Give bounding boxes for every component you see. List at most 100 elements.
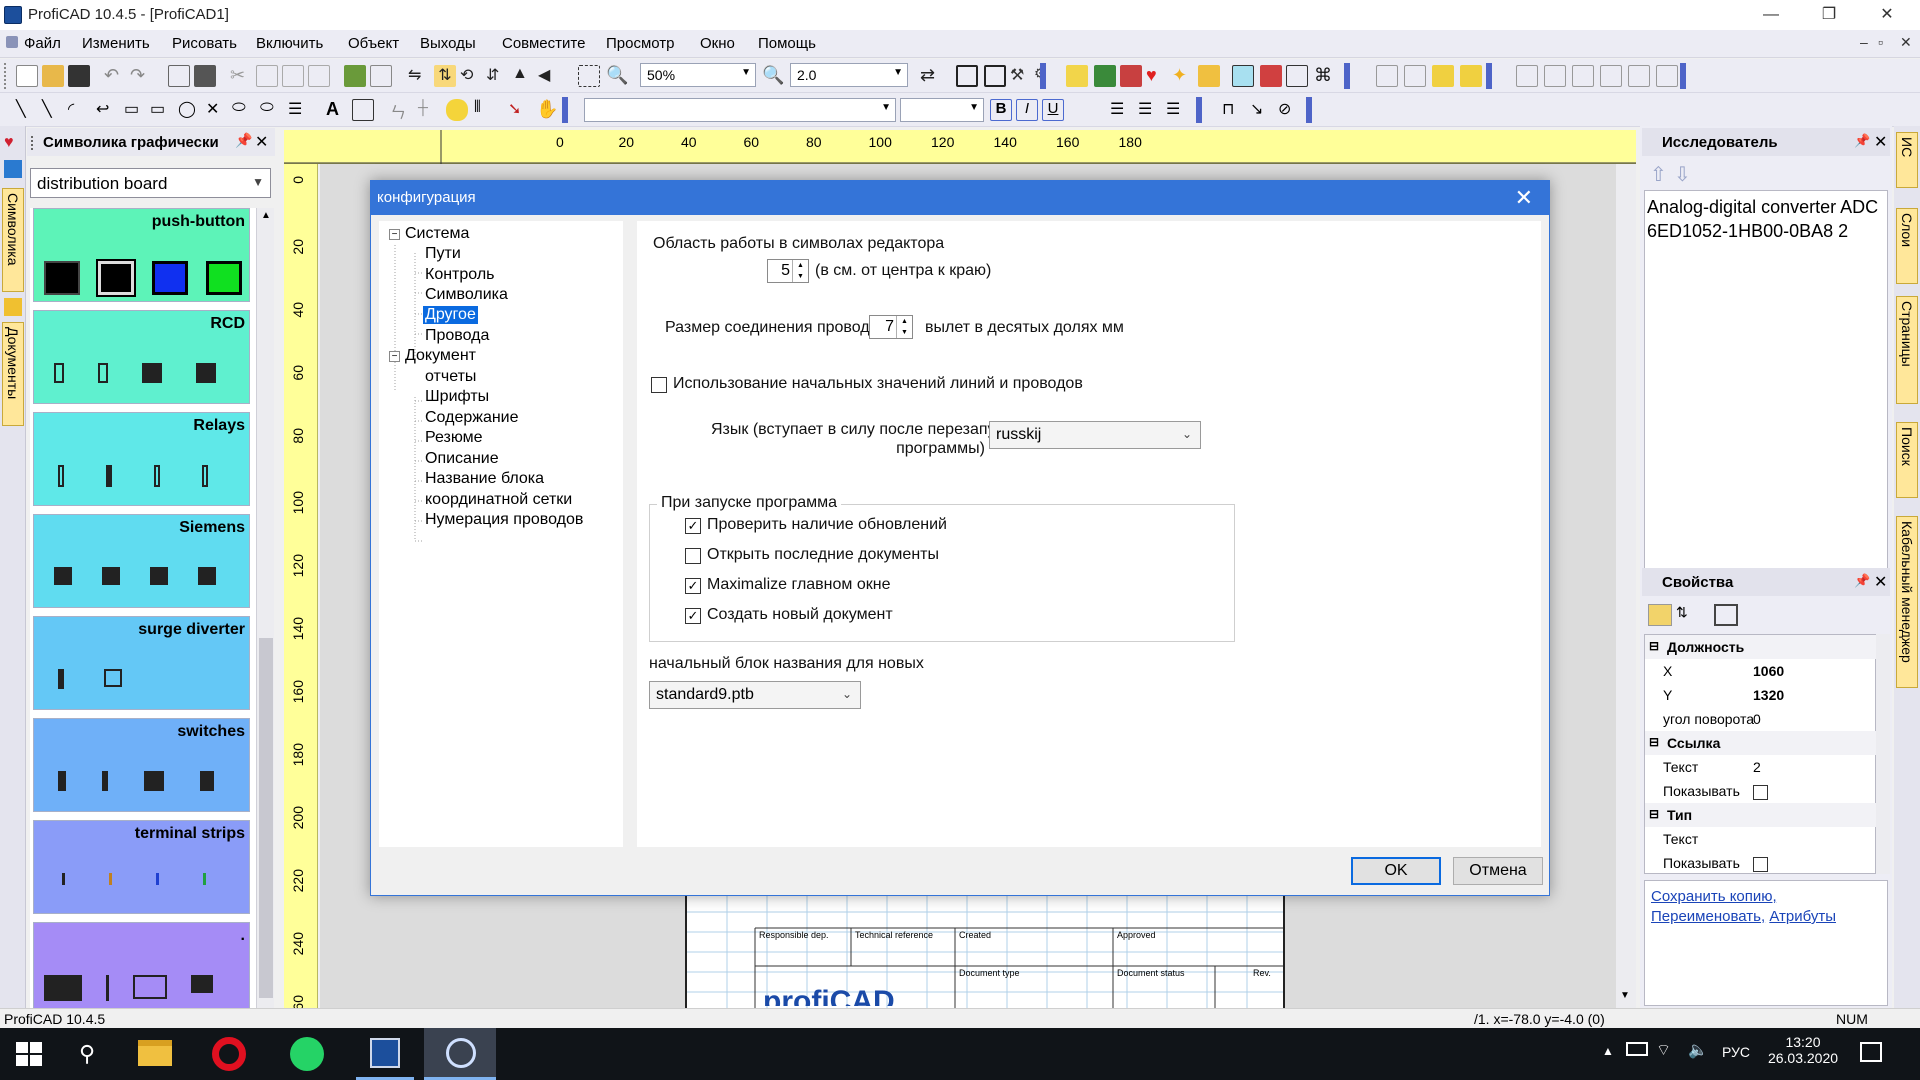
tree-node-description[interactable]: Описание xyxy=(425,450,499,468)
menu-draw[interactable]: Рисовать xyxy=(172,35,237,52)
language-select[interactable]: russkij ⌄ xyxy=(989,421,1201,449)
rectangle-tool-icon[interactable]: ▭ xyxy=(124,99,146,121)
symbol-card-surge-diverter[interactable]: surge diverter xyxy=(33,616,250,710)
rounded-rect-tool-icon[interactable]: ▭ xyxy=(150,99,172,121)
scroll-down-icon[interactable]: ▼ xyxy=(1620,990,1630,1001)
zoom-out-icon[interactable]: 🔍 xyxy=(762,65,784,87)
polyline-tool-icon[interactable]: ╲ xyxy=(42,99,64,121)
restore-button[interactable]: ❐ xyxy=(1806,0,1852,30)
symbol-card-push-button[interactable]: push-button xyxy=(33,208,250,302)
toolbar-end-grip[interactable] xyxy=(1344,63,1350,89)
tools-icon[interactable]: ⚒ xyxy=(1010,65,1032,87)
folder-icon[interactable] xyxy=(1066,65,1088,87)
symbol-card-rcd[interactable]: RCD xyxy=(33,310,250,404)
align-icon[interactable] xyxy=(1376,65,1398,87)
property-row-y[interactable]: Y 1320 xyxy=(1645,683,1877,707)
pin-icon[interactable]: 📌 xyxy=(235,132,252,149)
input-language[interactable]: РУС xyxy=(1722,1044,1750,1060)
close-icon[interactable]: ✕ xyxy=(255,132,268,152)
distribute-icon[interactable] xyxy=(1656,65,1678,87)
file-explorer-icon[interactable] xyxy=(126,1028,184,1080)
tree-node-system[interactable]: Система xyxy=(405,225,469,243)
symbol-card-terminal-strips[interactable]: terminal strips xyxy=(33,820,250,914)
menu-insert[interactable]: Включить xyxy=(256,35,323,52)
show-checkbox[interactable] xyxy=(1753,784,1768,800)
symbol-list-scrollbar[interactable]: ▲ xyxy=(256,208,274,1008)
arc-tool-icon[interactable]: ◜ xyxy=(68,99,90,121)
property-row-show[interactable]: Показывать xyxy=(1645,851,1877,875)
proficad-taskbar-icon[interactable] xyxy=(424,1028,496,1080)
toolbar-end-grip[interactable] xyxy=(1680,63,1686,89)
menu-outputs[interactable]: Выходы xyxy=(420,35,476,52)
bus-tool-icon[interactable]: ⫴ xyxy=(474,99,496,121)
page-icon[interactable] xyxy=(1232,65,1254,87)
table-icon[interactable] xyxy=(956,65,978,87)
workarea-spinner[interactable]: 5 ▲ ▼ xyxy=(767,259,809,283)
pointer-icon[interactable]: ➘ xyxy=(508,99,530,121)
ellipse-tool-icon[interactable]: ◯ xyxy=(178,99,200,121)
dialog-close-icon[interactable]: ✕ xyxy=(1515,185,1533,211)
symbol-card-siemens[interactable]: Siemens xyxy=(33,514,250,608)
wire-tool-icon[interactable]: ㄣ xyxy=(390,99,412,122)
junction-tool-icon[interactable]: ┼ xyxy=(418,99,440,121)
show-checkbox[interactable] xyxy=(1753,856,1768,872)
tree-node-fonts[interactable]: Шрифты xyxy=(425,388,489,406)
search-icon[interactable]: ⚲ xyxy=(58,1028,116,1080)
tree-node-document[interactable]: Документ xyxy=(405,347,476,365)
new-document-label[interactable]: Создать новый документ xyxy=(707,606,893,624)
toolbar-end-grip[interactable] xyxy=(1306,97,1312,123)
list-tool-icon[interactable]: ☰ xyxy=(288,99,310,121)
ok-button[interactable]: OK xyxy=(1351,857,1441,885)
hierarchy-icon[interactable] xyxy=(1120,65,1142,87)
property-value[interactable]: 0 xyxy=(1753,711,1761,727)
binoculars-icon[interactable]: ⌘ xyxy=(1314,65,1336,87)
tree-node-title-block[interactable]: Название блока xyxy=(425,470,544,488)
line-width-select[interactable]: 2.0 ▼ xyxy=(790,63,908,87)
curve-tool-icon[interactable]: ↩ xyxy=(96,99,118,121)
symbol-card-switches[interactable]: switches xyxy=(33,718,250,812)
cut-icon[interactable]: ✂ xyxy=(230,65,252,87)
new-file-icon[interactable] xyxy=(16,65,38,87)
tab-documents[interactable]: Документы xyxy=(2,322,24,426)
menu-align[interactable]: Совместите xyxy=(502,35,585,52)
text-tool-icon[interactable]: A xyxy=(326,99,348,121)
no-entry-icon[interactable]: ⊘ xyxy=(1278,99,1300,121)
toolbar-end-grip[interactable] xyxy=(562,97,568,123)
swap-icon[interactable]: ⇄ xyxy=(920,65,942,87)
format-painter-icon[interactable] xyxy=(282,65,304,87)
alphabetical-sort-icon[interactable]: ⇅ xyxy=(1676,604,1700,626)
shape-tool-icon[interactable]: ⬭ xyxy=(260,99,282,121)
tree-node-summary[interactable]: Резюме xyxy=(425,429,483,447)
symbol-card-relays[interactable]: Relays xyxy=(33,412,250,506)
document-icon[interactable] xyxy=(1286,65,1308,87)
flip-vertical-icon[interactable]: ⇅ xyxy=(434,65,456,87)
tree-collapse-icon[interactable]: − xyxy=(389,229,400,240)
align-left-icon[interactable]: ☰ xyxy=(1110,99,1132,121)
mdi-restore-button[interactable]: ▫ xyxy=(1878,34,1883,50)
pin-icon[interactable]: 📌 xyxy=(1854,573,1870,589)
eraser-tool-icon[interactable]: ⬭ xyxy=(232,99,254,121)
property-value[interactable]: 2 xyxy=(1753,759,1761,775)
menu-edit[interactable]: Изменить xyxy=(82,35,150,52)
use-defaults-checkbox[interactable] xyxy=(651,377,667,393)
align-icon[interactable] xyxy=(1404,65,1426,87)
scroll-up-icon[interactable]: ▲ xyxy=(261,210,271,221)
distribute-icon[interactable] xyxy=(1516,65,1538,87)
arrow-down-icon[interactable]: ⇩ xyxy=(1674,162,1691,187)
whatsapp-icon[interactable] xyxy=(278,1028,336,1080)
columns-icon[interactable] xyxy=(984,65,1006,87)
tab-cable-manager[interactable]: Кабельный менеджер xyxy=(1896,516,1918,688)
property-value[interactable]: 1060 xyxy=(1753,663,1784,679)
scroll-thumb[interactable] xyxy=(259,638,273,998)
menu-help[interactable]: Помощь xyxy=(758,35,816,52)
tree-node-wires[interactable]: Провода xyxy=(425,327,489,345)
zoom-select[interactable]: 50% ▼ xyxy=(640,63,756,87)
close-icon[interactable]: ✕ xyxy=(1874,132,1887,152)
tree-node-control[interactable]: Контроль xyxy=(425,266,495,284)
documents-icon[interactable] xyxy=(4,298,22,316)
attributes-link[interactable]: Атрибуты xyxy=(1769,908,1836,925)
zoom-fit-icon[interactable] xyxy=(578,65,600,87)
print-preview-icon[interactable] xyxy=(168,65,190,87)
tree-node-grid[interactable]: координатной сетки xyxy=(425,491,572,509)
new-document-checkbox[interactable]: ✓ xyxy=(685,608,701,624)
